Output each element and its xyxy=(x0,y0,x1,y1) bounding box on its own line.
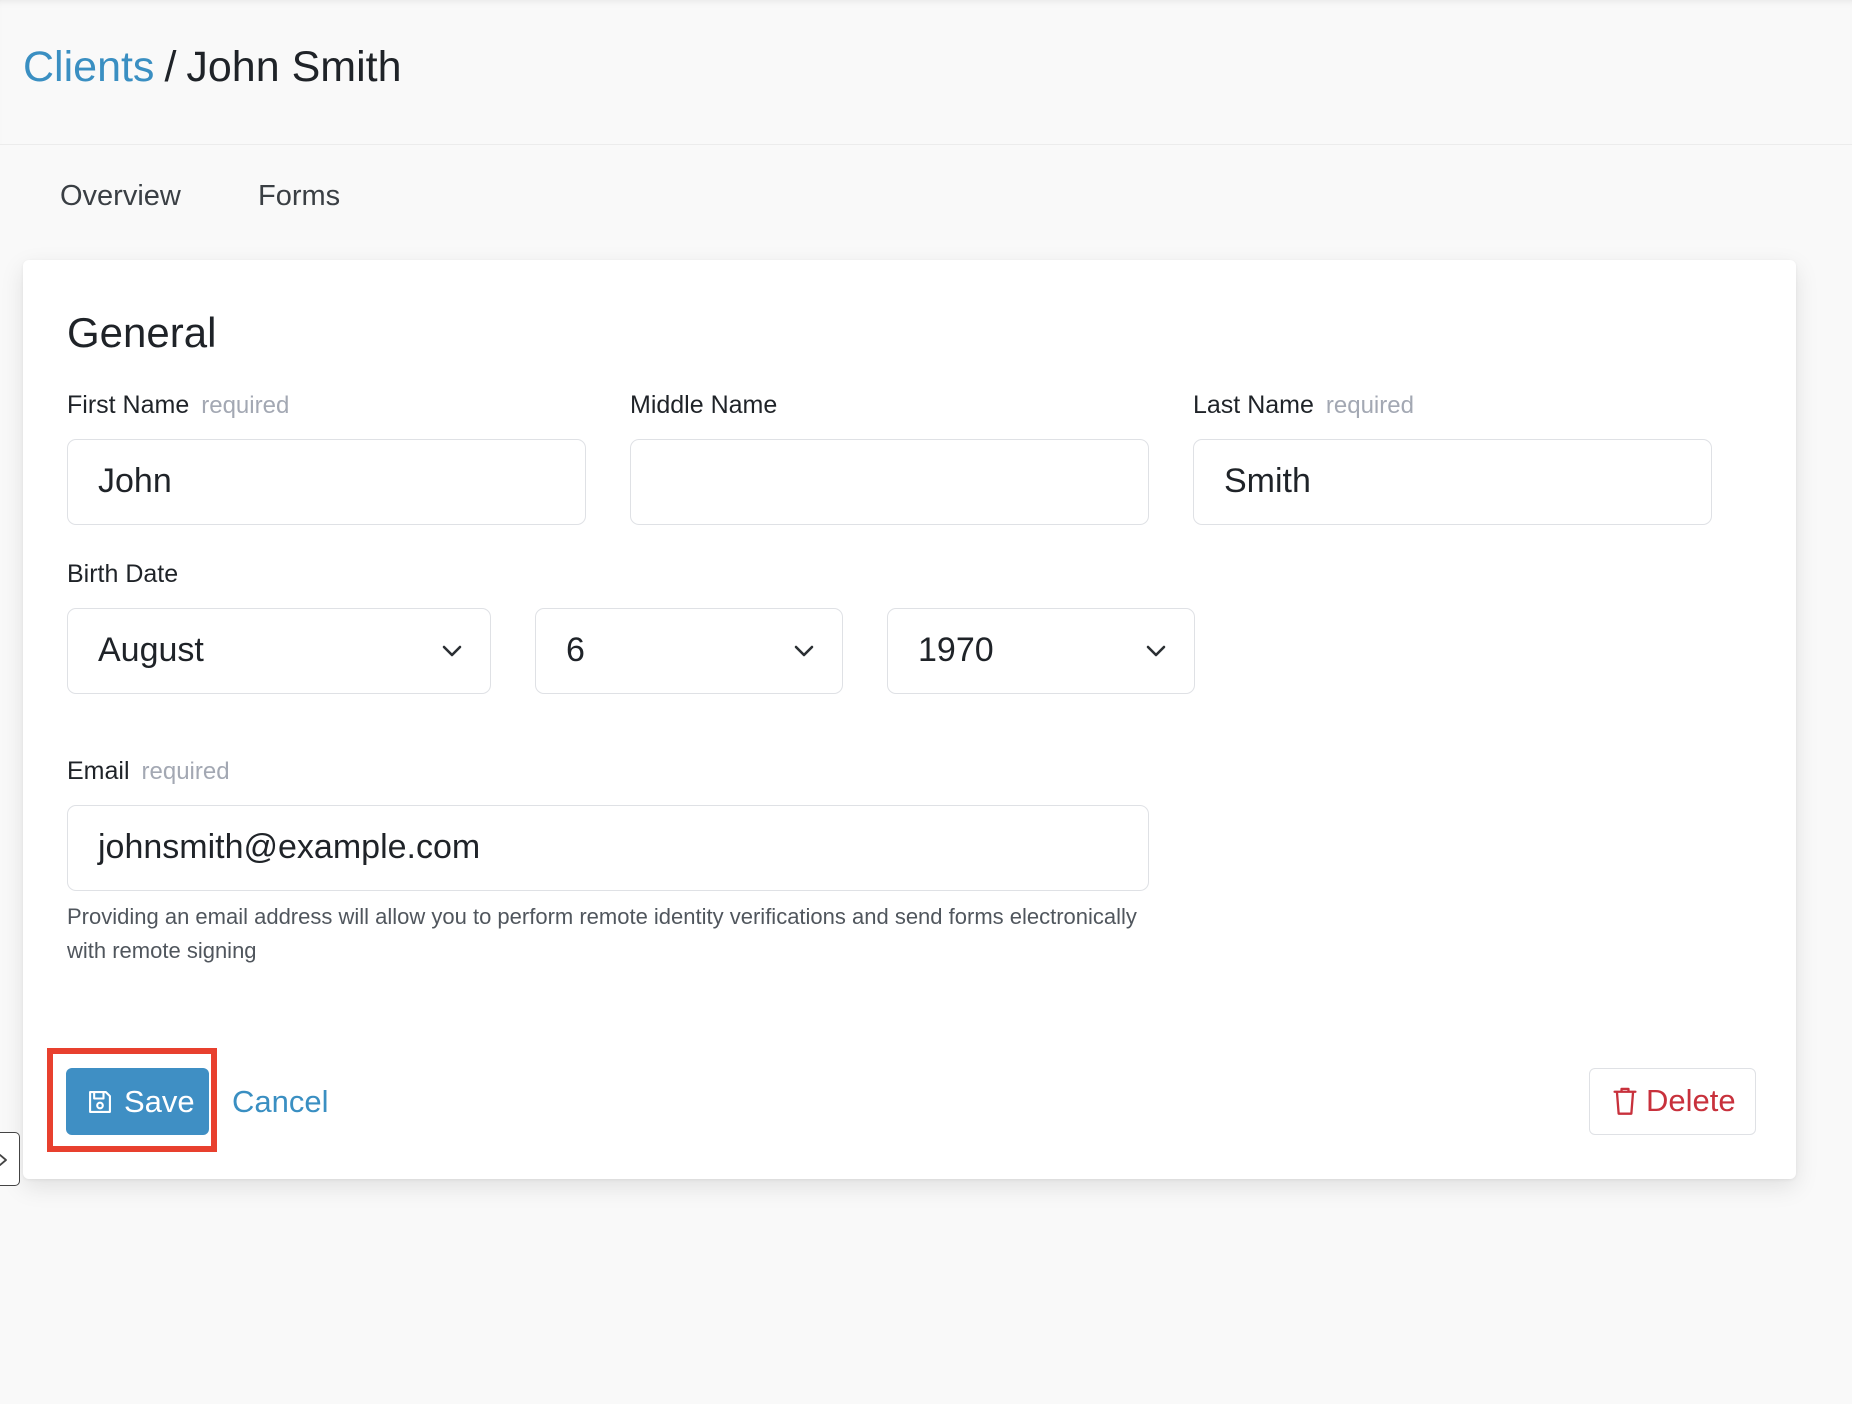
trash-icon xyxy=(1613,1087,1637,1115)
general-card: General First Name required John Middle N… xyxy=(23,260,1796,1179)
breadcrumb-separator: / xyxy=(164,43,177,91)
tab-forms[interactable]: Forms xyxy=(258,170,340,222)
breadcrumb-clients-link[interactable]: Clients xyxy=(23,43,154,91)
email-label-text: Email xyxy=(67,757,130,785)
delete-button-label: Delete xyxy=(1646,1083,1736,1118)
breadcrumb: Clients / John Smith xyxy=(23,40,402,94)
birth-month-value: August xyxy=(98,631,204,669)
last-name-input[interactable]: Smith xyxy=(1193,439,1712,525)
tab-overview[interactable]: Overview xyxy=(60,170,181,222)
middle-name-label-text: Middle Name xyxy=(630,391,778,419)
birth-year-value: 1970 xyxy=(918,631,994,669)
delete-button[interactable]: Delete xyxy=(1589,1068,1756,1135)
birth-day-value: 6 xyxy=(566,631,585,669)
email-helper-text: Providing an email address will allow yo… xyxy=(67,904,1137,963)
email-label: Email required xyxy=(67,755,230,788)
side-panel-toggle[interactable] xyxy=(0,1132,20,1186)
floppy-disk-icon xyxy=(89,1091,111,1113)
middle-name-label: Middle Name xyxy=(630,389,777,421)
email-input[interactable]: johnsmith@example.com xyxy=(67,805,1149,891)
last-name-label-text: Last Name xyxy=(1193,391,1314,419)
birth-day-select[interactable]: 6 xyxy=(535,608,843,694)
save-button-label: Save xyxy=(124,1084,195,1119)
chevron-down-icon xyxy=(442,645,462,657)
section-title: General xyxy=(67,309,217,356)
email-required: required xyxy=(141,758,230,785)
save-button[interactable]: Save xyxy=(66,1068,209,1135)
first-name-label-text: First Name xyxy=(67,391,190,419)
cancel-button[interactable]: Cancel xyxy=(232,1068,329,1135)
chevron-down-icon xyxy=(1146,645,1166,657)
first-name-required: required xyxy=(201,392,290,419)
top-bar: Clients / John Smith xyxy=(0,0,1852,145)
middle-name-input[interactable] xyxy=(630,439,1149,525)
first-name-label: First Name required xyxy=(67,389,289,422)
last-name-label: Last Name required xyxy=(1193,389,1414,422)
birth-month-select[interactable]: August xyxy=(67,608,491,694)
first-name-input[interactable]: John xyxy=(67,439,586,525)
chevron-down-icon xyxy=(794,645,814,657)
birth-year-select[interactable]: 1970 xyxy=(887,608,1195,694)
chevron-right-icon xyxy=(0,1154,7,1166)
breadcrumb-current: John Smith xyxy=(186,43,402,91)
birth-date-label: Birth Date xyxy=(67,560,179,588)
last-name-required: required xyxy=(1325,392,1414,419)
